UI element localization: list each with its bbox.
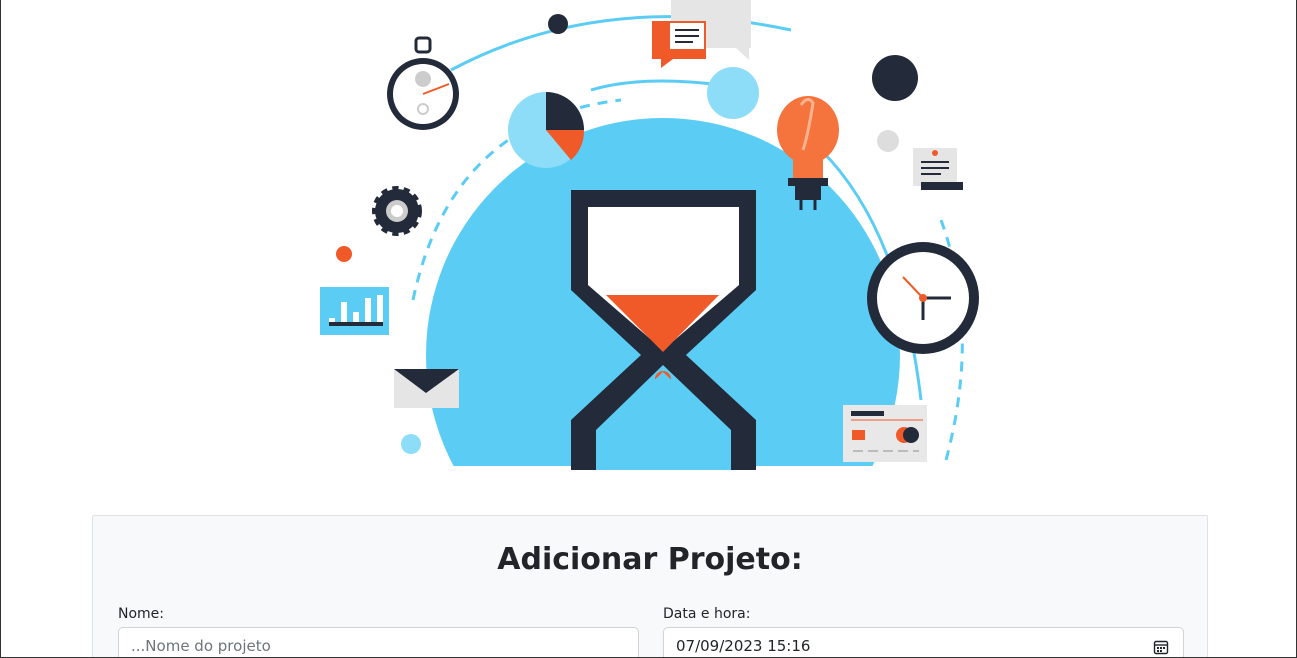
project-name-input[interactable]: ...Nome do projeto — [118, 627, 639, 657]
bar-chart-icon — [320, 287, 389, 335]
panel-title: Adicionar Projeto: — [497, 542, 803, 577]
credit-card-icon — [843, 405, 927, 462]
pie-chart-icon — [508, 92, 585, 168]
envelope-icon — [394, 369, 459, 408]
date-time-label: Data e hora: — [663, 606, 751, 622]
date-time-input[interactable]: 07/09/2023 15:16 — [663, 627, 1184, 657]
hero-illustration — [301, 0, 1001, 470]
chat-bubble-icon — [652, 0, 751, 68]
add-project-panel: Adicionar Projeto: Nome: ...Nome do proj… — [92, 515, 1208, 657]
gear-icon — [372, 186, 422, 236]
page: Adicionar Projeto: Nome: ...Nome do proj… — [0, 0, 1297, 658]
date-time-value: 07/09/2023 15:16 — [676, 637, 811, 655]
calendar-icon[interactable] — [1153, 639, 1169, 655]
document-icon — [913, 148, 963, 190]
project-name-placeholder: ...Nome do projeto — [131, 637, 271, 655]
clock-icon — [867, 242, 979, 354]
stopwatch-icon — [387, 36, 459, 130]
name-label: Nome: — [118, 606, 165, 622]
